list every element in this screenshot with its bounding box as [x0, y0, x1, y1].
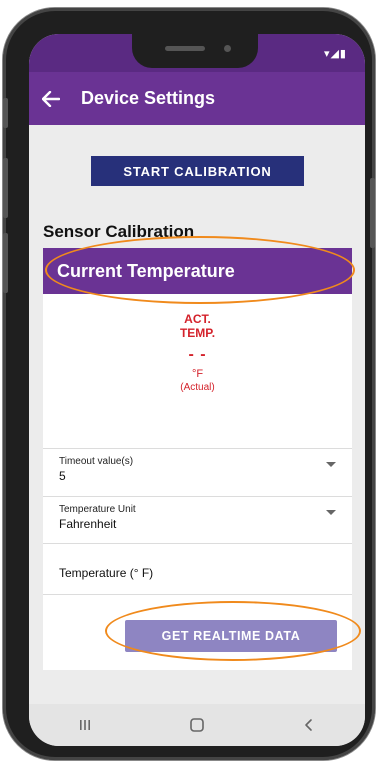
- divider: [43, 496, 352, 497]
- reading-label-line1: ACT.: [184, 312, 211, 326]
- home-icon[interactable]: [182, 713, 212, 737]
- recents-icon[interactable]: [70, 713, 100, 737]
- temperature-unit-select[interactable]: Temperature Unit Fahrenheit: [59, 504, 336, 531]
- speaker-grille: [165, 46, 205, 51]
- field-label: Temperature Unit: [59, 504, 136, 515]
- timeout-select[interactable]: Timeout value(s) 5: [59, 456, 336, 483]
- status-icons: ▾◢▮: [323, 47, 347, 60]
- divider: [43, 543, 352, 544]
- field-value: Fahrenheit: [59, 517, 117, 531]
- divider: [43, 594, 352, 595]
- arrow-left-icon[interactable]: [31, 72, 71, 125]
- phone-side-button: [3, 98, 8, 128]
- highlight-ellipse-button: [105, 601, 361, 661]
- front-camera: [224, 45, 231, 52]
- caret-down-icon[interactable]: [326, 510, 336, 515]
- highlight-ellipse-header: [45, 236, 355, 304]
- status-bar: ▾◢▮: [29, 34, 365, 72]
- chevron-left-icon[interactable]: [294, 713, 324, 737]
- app-bar: Device Settings: [29, 72, 365, 125]
- power-button: [370, 178, 375, 248]
- page-title: Device Settings: [81, 88, 216, 108]
- temperature-field[interactable]: Temperature (° F): [59, 566, 153, 580]
- divider: [43, 448, 352, 449]
- phone-screen: ▾◢▮ Device Settings START CALIBRATION Se…: [29, 34, 365, 746]
- volume-down-button: [3, 233, 8, 293]
- caret-down-icon[interactable]: [326, 462, 336, 467]
- field-label: Timeout value(s): [59, 456, 134, 467]
- notch: [132, 34, 258, 68]
- volume-up-button: [3, 158, 8, 218]
- reading-label-line2: TEMP.: [179, 326, 216, 340]
- reading-value: - -: [188, 346, 207, 363]
- start-calibration-button[interactable]: START CALIBRATION: [91, 156, 304, 186]
- phone-frame: ▾◢▮ Device Settings START CALIBRATION Se…: [3, 8, 375, 760]
- field-value: 5: [59, 469, 66, 483]
- reading-qualifier: (Actual): [180, 382, 215, 393]
- reading-unit: °F: [191, 368, 204, 380]
- temperature-reading: ACT. TEMP. - - °F (Actual): [43, 312, 352, 393]
- system-nav-bar: [29, 704, 365, 746]
